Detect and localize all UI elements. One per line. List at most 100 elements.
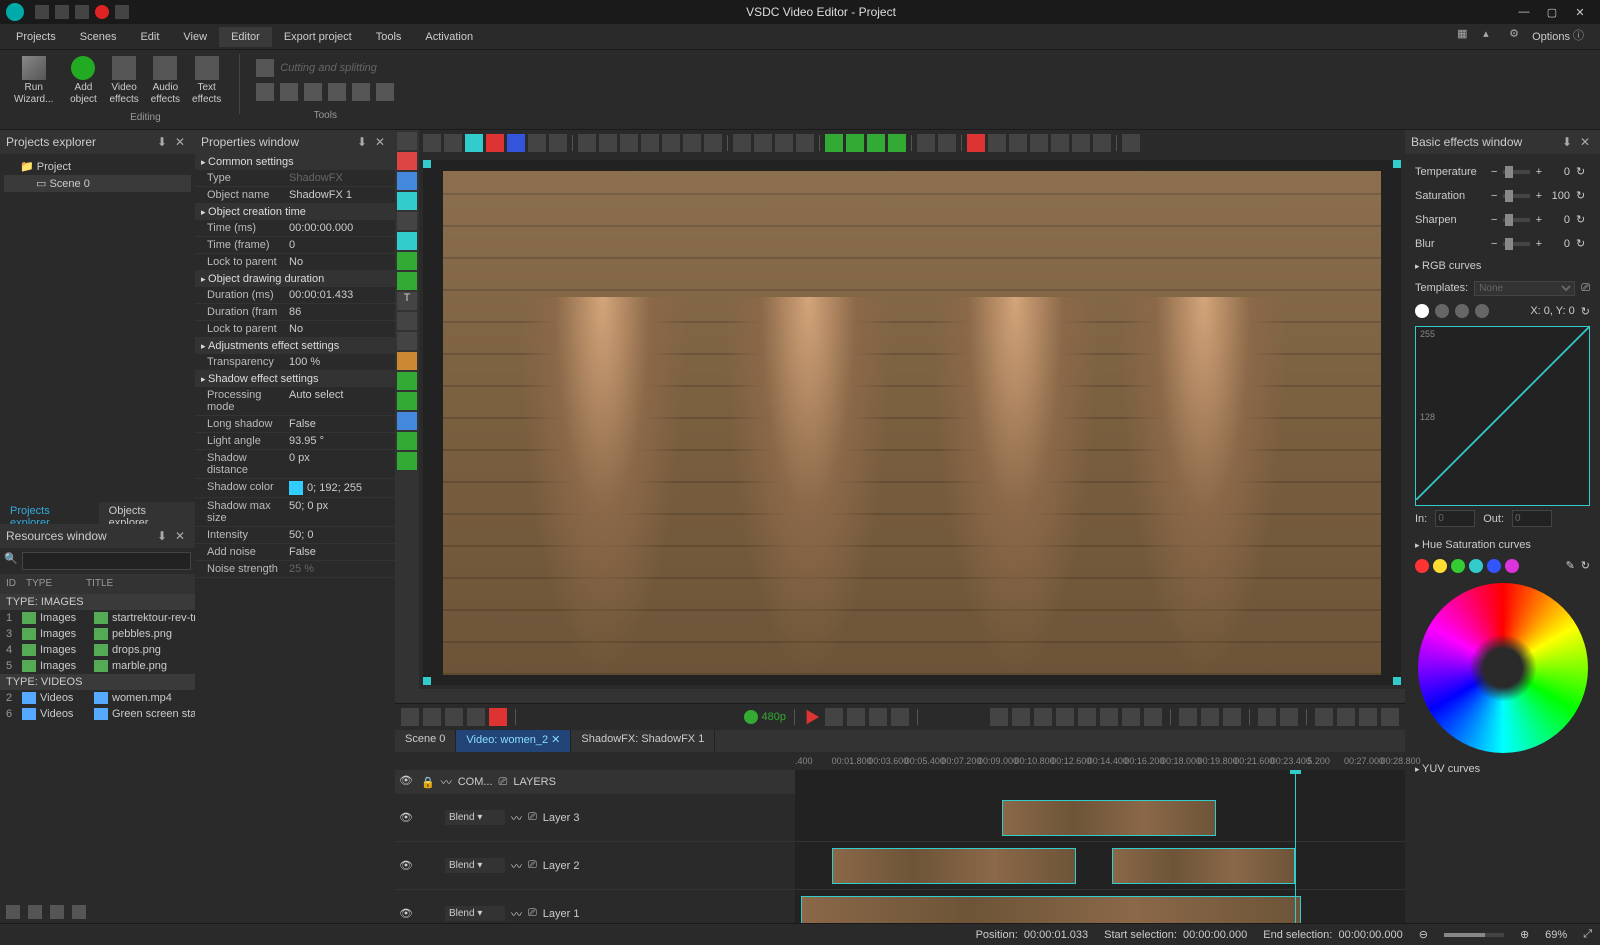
cut-icon[interactable]: [423, 134, 441, 152]
prop-duration-ms[interactable]: 00:00:01.433: [289, 289, 391, 301]
goto-start-icon[interactable]: [1012, 708, 1030, 726]
fullscreen-icon[interactable]: [1381, 708, 1399, 726]
ungroup-icon[interactable]: [938, 134, 956, 152]
expand-1-icon[interactable]: [1315, 708, 1333, 726]
fx-icon[interactable]: ⎚: [528, 859, 537, 872]
record-icon[interactable]: [95, 5, 109, 19]
bottom-arrow-icon[interactable]: [888, 134, 906, 152]
image-tool-icon[interactable]: [397, 372, 417, 390]
menu-editor[interactable]: Editor: [219, 27, 272, 47]
close-panel-icon[interactable]: ✕: [375, 135, 389, 149]
tool-2-icon[interactable]: [280, 83, 298, 101]
settings-icon[interactable]: ⎚: [1581, 282, 1590, 295]
prev-frame-icon[interactable]: [1034, 708, 1052, 726]
rgb-curves-section[interactable]: RGB curves: [1415, 256, 1590, 276]
minimize-button[interactable]: —: [1510, 2, 1538, 22]
close-button[interactable]: ✕: [1566, 2, 1594, 22]
hue-sat-section[interactable]: Hue Saturation curves: [1415, 535, 1590, 555]
tree-scene-0[interactable]: ▭ Scene 0: [4, 175, 191, 192]
prop-shadow-max[interactable]: 50; 0 px: [289, 500, 391, 524]
dist-1-icon[interactable]: [733, 134, 751, 152]
close-panel-icon[interactable]: ✕: [1580, 135, 1594, 149]
resolution-label[interactable]: 480p: [762, 711, 786, 723]
loop-icon[interactable]: [847, 708, 865, 726]
rgb-curve-editor[interactable]: 255 128: [1415, 326, 1590, 506]
layout-icon[interactable]: ▦: [1457, 27, 1477, 47]
zoom-in-status-icon[interactable]: ⊕: [1520, 928, 1529, 941]
video-tool-icon[interactable]: [397, 412, 417, 430]
prop-time-frame[interactable]: 0: [289, 239, 391, 251]
snap-1-icon[interactable]: [988, 134, 1006, 152]
resource-row[interactable]: 5Imagesmarble.png: [0, 658, 195, 674]
down-arrow-icon[interactable]: [846, 134, 864, 152]
quality-icon[interactable]: [744, 710, 758, 724]
link-icon[interactable]: [1258, 708, 1276, 726]
curve-templates-select[interactable]: None: [1474, 281, 1575, 296]
resource-row[interactable]: 2Videoswomen.mp4: [0, 690, 195, 706]
wave-icon[interactable]: 〰: [511, 906, 522, 922]
scissors-icon[interactable]: [256, 59, 274, 77]
blue-tool-icon[interactable]: [397, 172, 417, 190]
fx-icon[interactable]: ⎚: [528, 811, 537, 824]
menu-projects[interactable]: Projects: [4, 27, 68, 47]
zoom-100-icon[interactable]: [467, 708, 485, 726]
quick-save-icon[interactable]: [75, 5, 89, 19]
fx-icon[interactable]: ⎚: [528, 907, 537, 920]
quick-undo-icon[interactable]: [115, 5, 129, 19]
align-2-icon[interactable]: [620, 134, 638, 152]
zoom-in-icon[interactable]: [401, 708, 419, 726]
up-icon[interactable]: ▴: [1483, 27, 1503, 47]
refresh-resource-icon[interactable]: [50, 905, 64, 919]
tree-project[interactable]: 📁 Project: [4, 158, 191, 175]
resource-search-input[interactable]: [22, 552, 191, 570]
prop-transparency[interactable]: 100 %: [289, 356, 391, 368]
curve-out-input[interactable]: [1512, 510, 1552, 527]
expand-2-icon[interactable]: [1337, 708, 1355, 726]
counter-tool-icon[interactable]: [397, 432, 417, 450]
hue-red-dot[interactable]: [1415, 559, 1429, 573]
reset-icon[interactable]: ↻: [1576, 237, 1590, 251]
wave-icon[interactable]: 〰: [441, 774, 452, 790]
rgb-g-dot[interactable]: [1455, 304, 1469, 318]
lock-icon[interactable]: 🔒: [421, 776, 435, 789]
resource-row[interactable]: 3Imagespebbles.png: [0, 626, 195, 642]
rgb-b-dot[interactable]: [1475, 304, 1489, 318]
reset-icon[interactable]: ↻: [1576, 189, 1590, 203]
up-arrow-icon[interactable]: [825, 134, 843, 152]
pin-icon[interactable]: ⬇: [157, 135, 171, 149]
align-4-icon[interactable]: [662, 134, 680, 152]
redo-icon[interactable]: [549, 134, 567, 152]
animation-tool-icon[interactable]: [397, 352, 417, 370]
quick-new-icon[interactable]: [35, 5, 49, 19]
blend-mode-select[interactable]: Blend ▾: [445, 858, 505, 873]
dist-2-icon[interactable]: [754, 134, 772, 152]
video-effects-button[interactable]: Video effects: [103, 54, 144, 108]
ellipse-tool-icon[interactable]: [397, 252, 417, 270]
eyedropper-icon[interactable]: ✎: [1566, 559, 1575, 573]
options-label[interactable]: Options: [1532, 31, 1570, 43]
slider-track[interactable]: [1503, 170, 1529, 174]
tab-objects-explorer[interactable]: Objects explorer: [99, 502, 195, 524]
prop-intensity[interactable]: 50; 0: [289, 529, 391, 541]
zoom-fit-icon[interactable]: [445, 708, 463, 726]
curve-in-input[interactable]: [1435, 510, 1475, 527]
play-icon[interactable]: [803, 708, 821, 726]
text-tool-icon[interactable]: T: [397, 292, 417, 310]
next-frame-icon[interactable]: [1122, 708, 1140, 726]
wave-icon[interactable]: 〰: [511, 810, 522, 826]
zoom-out-status-icon[interactable]: ⊖: [1419, 928, 1428, 941]
marker-icon[interactable]: [1078, 708, 1096, 726]
zoom-out-icon[interactable]: [423, 708, 441, 726]
delete-icon[interactable]: [486, 134, 504, 152]
close-panel-icon[interactable]: ✕: [175, 529, 189, 543]
record-tb-icon[interactable]: [967, 134, 985, 152]
hue-magenta-dot[interactable]: [1505, 559, 1519, 573]
copy-icon[interactable]: [444, 134, 462, 152]
section-shadow[interactable]: Shadow effect settings: [195, 371, 395, 387]
tooltip-tool-icon[interactable]: [397, 312, 417, 330]
shape-tool-icon[interactable]: [397, 272, 417, 290]
rgb-r-dot[interactable]: [1435, 304, 1449, 318]
pin-icon[interactable]: ⬇: [357, 135, 371, 149]
pin-icon[interactable]: ⬇: [1562, 135, 1576, 149]
clock-icon[interactable]: [990, 708, 1008, 726]
